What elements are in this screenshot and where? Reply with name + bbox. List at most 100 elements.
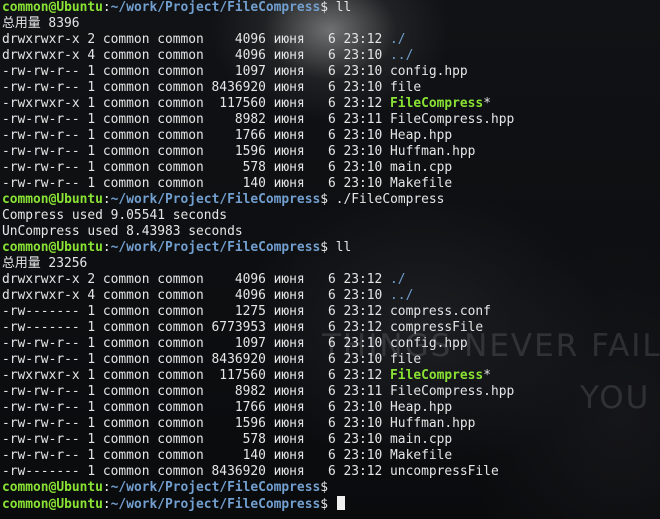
file-meta: -rw-rw-r-- 1 common common 578 июня 6 23…	[2, 160, 391, 175]
file-meta: drwxrwxr-x 4 common common 4096 июня 6 2…	[2, 48, 391, 63]
prompt-line: common@Ubuntu:~/work/Project/FileCompres…	[2, 240, 660, 256]
file-listing-row: -rw-rw-r-- 1 common common 1097 июня 6 2…	[2, 336, 660, 352]
file-meta: -rwxrwxr-x 1 common common 117560 июня 6…	[2, 368, 391, 383]
file-meta: -rw-rw-r-- 1 common common 1097 июня 6 2…	[2, 336, 391, 351]
file-name: config.hpp	[390, 64, 468, 79]
file-meta: -rw-rw-r-- 1 common common 578 июня 6 23…	[2, 432, 391, 447]
prompt-line: common@Ubuntu:~/work/Project/FileCompres…	[2, 480, 660, 496]
file-meta: -rw------- 1 common common 8436920 июня …	[2, 464, 391, 479]
prompt-path: ~/work/Project/FileCompress	[110, 0, 321, 15]
file-meta: -rw-rw-r-- 1 common common 1596 июня 6 2…	[2, 416, 391, 431]
file-listing-row: drwxrwxr-x 2 common common 4096 июня 6 2…	[2, 32, 660, 48]
file-listing-row: drwxrwxr-x 4 common common 4096 июня 6 2…	[2, 288, 660, 304]
file-meta: -rw-rw-r-- 1 common common 8436920 июня …	[2, 80, 391, 95]
file-meta: -rw-rw-r-- 1 common common 1766 июня 6 2…	[2, 400, 391, 415]
file-meta: -rw------- 1 common common 6773953 июня …	[2, 320, 391, 335]
file-name: file	[390, 352, 422, 367]
file-meta: -rwxrwxr-x 1 common common 117560 июня 6…	[2, 96, 391, 111]
file-meta: -rw-rw-r-- 1 common common 8982 июня 6 2…	[2, 112, 391, 127]
prompt-separator: :	[102, 0, 111, 15]
prompt-user: common@Ubuntu	[2, 240, 103, 255]
file-listing-row: -rw-rw-r-- 1 common common 8436920 июня …	[2, 80, 660, 96]
command-text: ./FileCompress	[335, 192, 445, 207]
file-listing-row: -rw-rw-r-- 1 common common 1097 июня 6 2…	[2, 64, 660, 80]
prompt-user: common@Ubuntu	[2, 480, 103, 495]
file-name: FileCompress	[390, 368, 484, 383]
output-text: 总用量 8396	[2, 16, 80, 31]
file-listing-row: -rw------- 1 common common 1275 июня 6 2…	[2, 304, 660, 320]
prompt-line: common@Ubuntu:~/work/Project/FileCompres…	[2, 0, 660, 16]
terminal-window[interactable]: THINGS NEVER FAIL YOU common@Ubuntu:~/wo…	[0, 0, 660, 519]
prompt-symbol: $	[320, 0, 336, 15]
prompt-separator: :	[102, 192, 111, 207]
file-name: compress.conf	[390, 304, 491, 319]
file-name: Huffman.hpp	[390, 144, 476, 159]
file-name: ../	[390, 288, 414, 303]
file-name: FileCompress.hpp	[390, 112, 515, 127]
file-name: Heap.hpp	[390, 400, 453, 415]
file-name: main.cpp	[390, 160, 453, 175]
file-listing-row: drwxrwxr-x 2 common common 4096 июня 6 2…	[2, 272, 660, 288]
output-line: UnCompress used 8.43983 seconds	[2, 224, 660, 240]
file-meta: -rw-rw-r-- 1 common common 8436920 июня …	[2, 352, 391, 367]
terminal-output[interactable]: common@Ubuntu:~/work/Project/FileCompres…	[2, 0, 660, 519]
prompt-path: ~/work/Project/FileCompress	[110, 497, 321, 512]
file-listing-row: -rw-rw-r-- 1 common common 140 июня 6 23…	[2, 448, 660, 464]
prompt-separator: :	[102, 497, 111, 512]
output-line: Compress used 9.05541 seconds	[2, 208, 660, 224]
text-cursor	[336, 496, 345, 510]
prompt-user: common@Ubuntu	[2, 0, 103, 15]
output-line: 总用量 8396	[2, 16, 660, 32]
prompt-line: common@Ubuntu:~/work/Project/FileCompres…	[2, 192, 660, 208]
prompt-symbol: $	[320, 497, 336, 512]
file-listing-row: -rwxrwxr-x 1 common common 117560 июня 6…	[2, 368, 660, 384]
file-name: uncompressFile	[390, 464, 499, 479]
file-meta: -rw-rw-r-- 1 common common 1097 июня 6 2…	[2, 64, 391, 79]
prompt-symbol: $	[320, 240, 336, 255]
prompt-symbol: $	[320, 192, 336, 207]
file-listing-row: -rwxrwxr-x 1 common common 117560 июня 6…	[2, 96, 660, 112]
file-listing-row: -rw-rw-r-- 1 common common 578 июня 6 23…	[2, 432, 660, 448]
file-listing-row: drwxrwxr-x 4 common common 4096 июня 6 2…	[2, 48, 660, 64]
prompt-path: ~/work/Project/FileCompress	[110, 240, 321, 255]
prompt-user: common@Ubuntu	[2, 192, 103, 207]
file-listing-row: -rw-rw-r-- 1 common common 1766 июня 6 2…	[2, 400, 660, 416]
file-type-suffix: *	[483, 368, 491, 383]
file-meta: drwxrwxr-x 2 common common 4096 июня 6 2…	[2, 272, 391, 287]
file-meta: -rw-rw-r-- 1 common common 140 июня 6 23…	[2, 176, 391, 191]
output-text: 总用量 23256	[2, 256, 88, 271]
file-listing-row: -rw------- 1 common common 6773953 июня …	[2, 320, 660, 336]
file-meta: -rw-rw-r-- 1 common common 1596 июня 6 2…	[2, 144, 391, 159]
file-name: Heap.hpp	[390, 128, 453, 143]
file-name: FileCompress	[390, 96, 484, 111]
file-meta: -rw-rw-r-- 1 common common 8982 июня 6 2…	[2, 384, 391, 399]
file-listing-row: -rw-rw-r-- 1 common common 8436920 июня …	[2, 352, 660, 368]
file-listing-row: -rw-rw-r-- 1 common common 8982 июня 6 2…	[2, 112, 660, 128]
file-listing-row: -rw-rw-r-- 1 common common 8982 июня 6 2…	[2, 384, 660, 400]
file-name: compressFile	[390, 320, 484, 335]
output-text: UnCompress used 8.43983 seconds	[2, 224, 243, 239]
file-listing-row: -rw-rw-r-- 1 common common 1766 июня 6 2…	[2, 128, 660, 144]
prompt-separator: :	[102, 480, 111, 495]
file-name: Huffman.hpp	[390, 416, 476, 431]
prompt-path: ~/work/Project/FileCompress	[110, 192, 321, 207]
output-line: 总用量 23256	[2, 256, 660, 272]
file-listing-row: -rw-rw-r-- 1 common common 578 июня 6 23…	[2, 160, 660, 176]
file-name: ./	[390, 32, 406, 47]
file-name: main.cpp	[390, 432, 453, 447]
prompt-user: common@Ubuntu	[2, 497, 103, 512]
file-meta: drwxrwxr-x 2 common common 4096 июня 6 2…	[2, 32, 391, 47]
file-name: config.hpp	[390, 336, 468, 351]
file-listing-row: -rw-rw-r-- 1 common common 1596 июня 6 2…	[2, 144, 660, 160]
file-listing-row: -rw-rw-r-- 1 common common 1596 июня 6 2…	[2, 416, 660, 432]
file-name: FileCompress.hpp	[390, 384, 515, 399]
prompt-symbol: $	[320, 480, 328, 495]
file-meta: -rw-rw-r-- 1 common common 1766 июня 6 2…	[2, 128, 391, 143]
file-type-suffix: *	[483, 96, 491, 111]
file-name: Makefile	[390, 448, 453, 463]
command-text: ll	[335, 0, 352, 15]
output-text: Compress used 9.05541 seconds	[2, 208, 228, 223]
prompt-line: common@Ubuntu:~/work/Project/FileCompres…	[2, 496, 660, 512]
file-name: Makefile	[390, 176, 453, 191]
file-meta: -rw-rw-r-- 1 common common 140 июня 6 23…	[2, 448, 391, 463]
